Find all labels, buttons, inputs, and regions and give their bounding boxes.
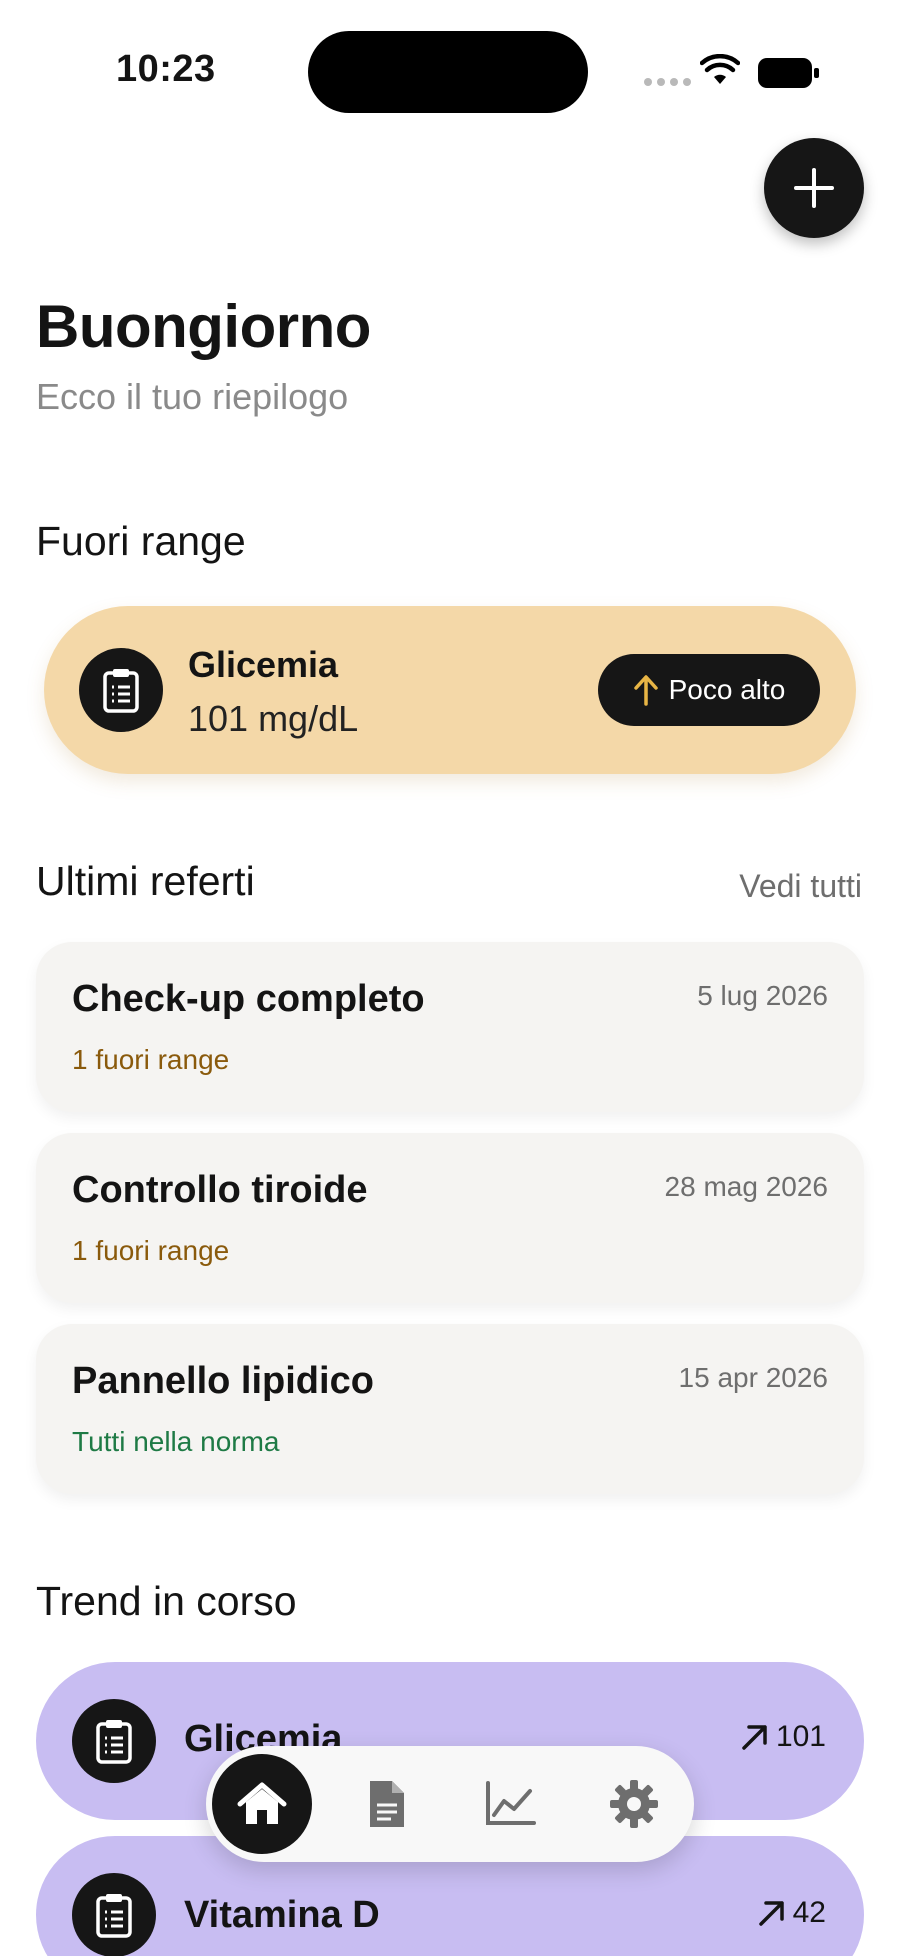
- arrow-up-right-icon: [758, 1901, 784, 1926]
- page-title: Buongiorno: [36, 293, 371, 360]
- trend-value: 42: [757, 1896, 826, 1930]
- clipboard-icon: [79, 648, 163, 732]
- report-card[interactable]: Pannello lipidico 15 apr 2026 Tutti nell…: [36, 1324, 864, 1494]
- battery-icon: [758, 58, 819, 88]
- bottom-nav: [206, 1746, 694, 1862]
- reports-section-title: Ultimi referti: [36, 858, 255, 904]
- dynamic-island: [308, 31, 588, 113]
- status-time: 10:23: [116, 48, 216, 90]
- status-bar: 10:23: [0, 0, 900, 140]
- report-title: Check-up completo: [72, 978, 425, 1020]
- nav-item-documents[interactable]: [336, 1754, 436, 1854]
- document-icon: [370, 1781, 404, 1827]
- nav-item-home[interactable]: [212, 1754, 312, 1854]
- wifi-icon: [700, 54, 740, 84]
- signal-icon: [644, 78, 691, 86]
- trend-value-label: 42: [792, 1896, 826, 1929]
- report-status: 1 fuori range: [72, 1235, 230, 1266]
- see-all-link[interactable]: Vedi tutti: [739, 868, 862, 905]
- report-card[interactable]: Controllo tiroide 28 mag 2026 1 fuori ra…: [36, 1133, 864, 1303]
- report-status: 1 fuori range: [72, 1044, 230, 1075]
- out-of-range-value: 101 mg/dL: [188, 698, 359, 739]
- status-badge-label: Poco alto: [668, 674, 786, 705]
- clipboard-icon: [72, 1873, 156, 1956]
- nav-item-trends[interactable]: [460, 1754, 560, 1854]
- out-of-range-section-title: Fuori range: [36, 518, 246, 564]
- trend-value: 101: [740, 1720, 826, 1754]
- status-badge: Poco alto: [598, 654, 820, 726]
- report-date: 15 apr 2026: [678, 1362, 828, 1393]
- report-status: Tutti nella norma: [72, 1426, 280, 1457]
- report-date: 5 lug 2026: [697, 980, 828, 1011]
- trend-name: Vitamina D: [184, 1894, 380, 1936]
- report-date: 28 mag 2026: [664, 1171, 828, 1202]
- out-of-range-name: Glicemia: [188, 644, 339, 685]
- plus-icon: [794, 168, 834, 208]
- report-title: Pannello lipidico: [72, 1360, 374, 1402]
- trend-value-label: 101: [775, 1720, 826, 1753]
- add-button[interactable]: [764, 138, 864, 238]
- report-title: Controllo tiroide: [72, 1169, 368, 1211]
- chart-icon: [486, 1781, 536, 1825]
- out-of-range-card[interactable]: Glicemia 101 mg/dL Poco alto: [44, 606, 856, 774]
- clipboard-icon: [72, 1699, 156, 1783]
- report-card[interactable]: Check-up completo 5 lug 2026 1 fuori ran…: [36, 942, 864, 1112]
- trends-section-title: Trend in corso: [36, 1578, 297, 1624]
- arrow-up-icon: [633, 675, 658, 706]
- page-subtitle: Ecco il tuo riepilogo: [36, 376, 349, 417]
- arrow-up-right-icon: [742, 1725, 767, 1750]
- nav-item-settings[interactable]: [584, 1754, 684, 1854]
- gear-icon: [610, 1780, 658, 1828]
- home-icon: [237, 1782, 287, 1824]
